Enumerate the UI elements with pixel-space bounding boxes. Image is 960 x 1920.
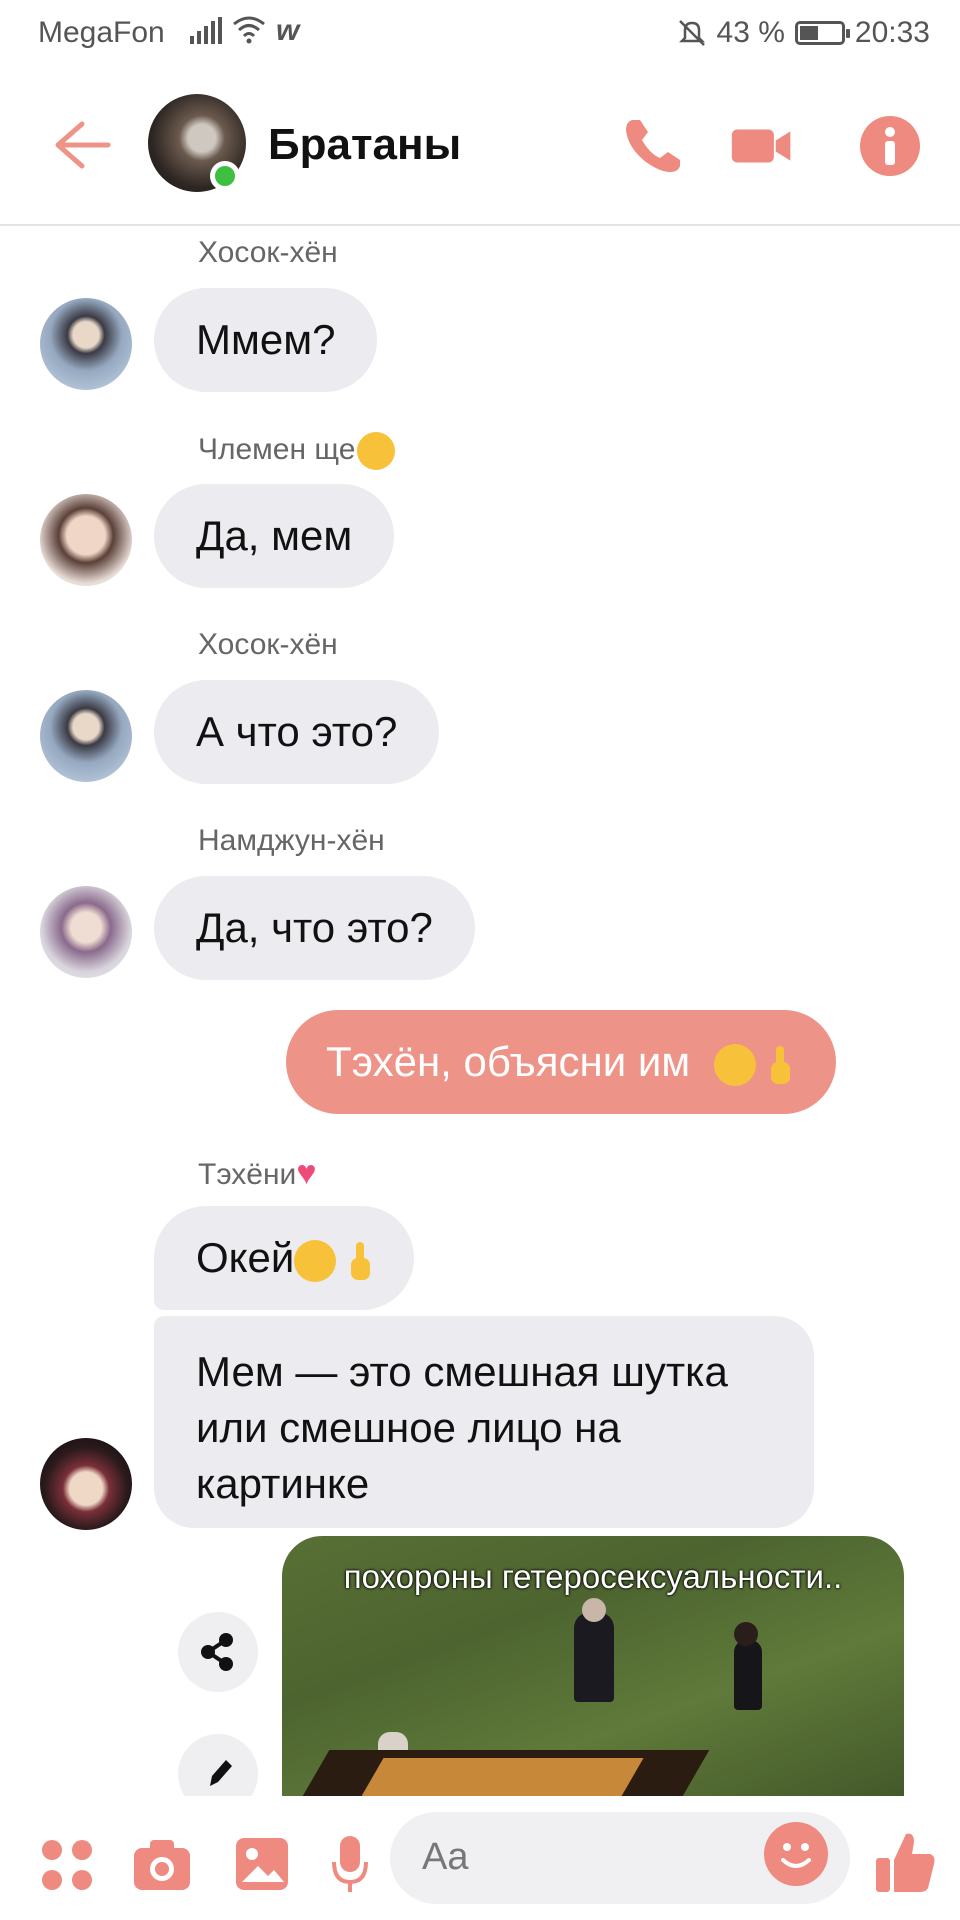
message-text: Ммем? xyxy=(196,316,336,363)
phone-icon[interactable] xyxy=(620,114,684,178)
message-bubble[interactable]: А что это? xyxy=(154,680,440,784)
apps-icon[interactable] xyxy=(40,1838,96,1894)
figure-shape xyxy=(574,1612,614,1702)
message-input[interactable]: Aa xyxy=(390,1812,850,1904)
message-text: Да, мем xyxy=(196,512,353,559)
finger-emoji-icon xyxy=(770,1045,790,1084)
clock: 20:33 xyxy=(854,16,930,49)
pencil-icon xyxy=(210,1760,232,1786)
battery-icon xyxy=(794,21,850,45)
chat-title[interactable]: Братаны xyxy=(268,120,461,170)
wifi-icon xyxy=(233,16,265,44)
message-bubble[interactable]: Окей xyxy=(154,1206,415,1310)
input-placeholder: Aa xyxy=(422,1836,469,1878)
status-bar: MegaFon w 43 % 20:33 xyxy=(0,0,960,68)
image-caption: похороны гетеросексуальности.. xyxy=(343,1558,843,1595)
bell-muted-icon xyxy=(678,20,705,46)
smiling-hearts-emoji-icon xyxy=(294,1239,337,1282)
woozy-emoji-icon xyxy=(357,432,396,470)
emoji-button[interactable] xyxy=(764,1822,828,1886)
message-text: Да, что это? xyxy=(196,904,433,951)
message-bubble[interactable]: Ммем? xyxy=(154,288,378,392)
sender-name: Хосок-хён xyxy=(198,236,338,269)
composer-bar: Aa xyxy=(0,1796,960,1920)
w-app-icon: w xyxy=(276,14,300,47)
microphone-icon[interactable] xyxy=(330,1834,370,1896)
share-icon xyxy=(201,1633,233,1671)
smiley-icon xyxy=(781,1843,811,1868)
figure-head xyxy=(734,1622,758,1646)
sparkling-heart-icon: ♥ xyxy=(296,1154,317,1192)
message-text: Тэхён, объясни им xyxy=(326,1038,691,1085)
meme-image[interactable]: похороны гетеросексуальности.. xyxy=(282,1536,904,1796)
sender-name-text: Члемен ще xyxy=(198,432,356,466)
camera-icon[interactable] xyxy=(132,1838,192,1892)
info-icon[interactable] xyxy=(858,114,922,178)
sender-name: Хосок-хён xyxy=(198,628,338,661)
figure-shape xyxy=(734,1640,762,1710)
thumbs-up-icon[interactable] xyxy=(874,1830,938,1894)
message-text: Мем — это смешная шутка или смешное лицо… xyxy=(196,1348,728,1507)
chat-header: Братаны xyxy=(0,68,960,226)
online-indicator xyxy=(210,161,240,191)
smiling-hearts-emoji-icon xyxy=(713,1043,756,1086)
message-bubble[interactable]: Да, мем xyxy=(154,484,395,588)
carrier-name: MegaFon xyxy=(38,16,165,49)
signal-icon xyxy=(190,17,222,44)
coffin-shape xyxy=(360,1758,644,1796)
message-bubble[interactable]: Да, что это? xyxy=(154,876,475,980)
gallery-icon[interactable] xyxy=(234,1836,290,1892)
video-call-icon[interactable] xyxy=(730,114,794,178)
sender-name: Члемен ще xyxy=(198,432,396,470)
avatar[interactable] xyxy=(40,298,132,390)
avatar[interactable] xyxy=(40,494,132,586)
sender-name: Намджун-хён xyxy=(198,824,385,857)
back-arrow-icon[interactable] xyxy=(52,120,112,170)
message-bubble[interactable]: Мем — это смешная шутка или смешное лицо… xyxy=(154,1316,814,1528)
finger-emoji-icon xyxy=(351,1241,371,1280)
outgoing-message-bubble[interactable]: Тэхён, объясни им xyxy=(286,1010,836,1114)
message-text: Окей xyxy=(196,1234,295,1281)
avatar[interactable] xyxy=(40,886,132,978)
sender-name-text: Тэхёни xyxy=(198,1158,297,1191)
figure-head xyxy=(582,1598,606,1622)
avatar[interactable] xyxy=(40,1438,132,1530)
battery-percent: 43 % xyxy=(716,16,785,49)
avatar[interactable] xyxy=(40,690,132,782)
share-button[interactable] xyxy=(178,1612,258,1692)
message-text: А что это? xyxy=(196,708,398,755)
sender-name: Тэхёни♥ xyxy=(198,1154,317,1193)
